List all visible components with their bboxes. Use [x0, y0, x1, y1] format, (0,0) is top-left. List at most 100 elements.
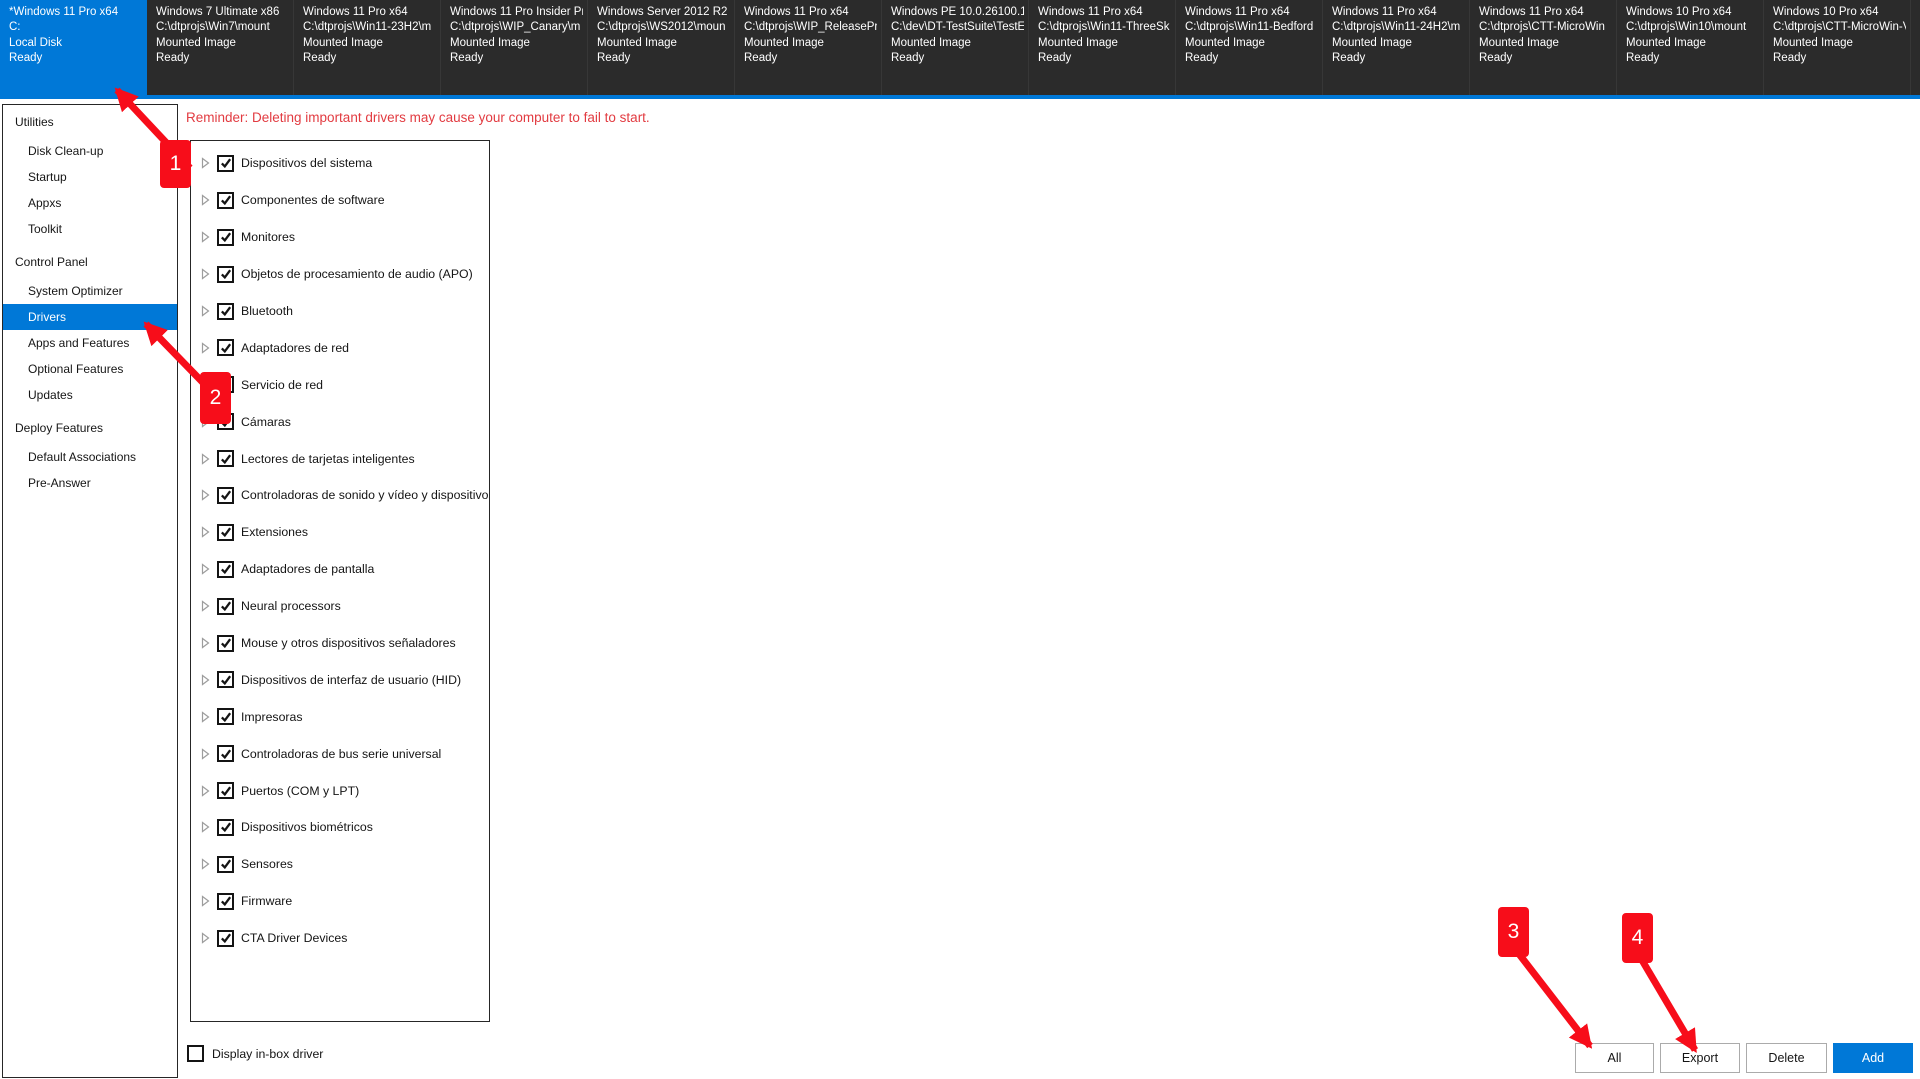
category-checkbox[interactable] [217, 303, 234, 320]
image-tab[interactable]: Windows Server 2012 R2 D C:\dtprojs\WS20… [588, 0, 735, 95]
category-checkbox[interactable] [217, 782, 234, 799]
sidebar-entry[interactable]: Optional Features [3, 356, 177, 382]
chevron-right-icon[interactable] [201, 563, 210, 575]
category-checkbox[interactable] [217, 708, 234, 725]
sidebar-entry[interactable]: Drivers [3, 304, 177, 330]
driver-category-label: Controladoras de sonido y vídeo y dispos… [241, 488, 490, 502]
checkmark-icon [220, 526, 232, 538]
chevron-right-icon[interactable] [201, 231, 210, 243]
tab-path: C:\dtprojs\Win11-ThreeSk [1038, 20, 1171, 35]
image-tab[interactable]: Windows 11 Pro x64 C:\dtprojs\Win11-23H2… [294, 0, 441, 95]
chevron-right-icon[interactable] [201, 268, 210, 280]
driver-category-label: Sensores [241, 857, 293, 871]
chevron-right-icon[interactable] [201, 305, 210, 317]
chevron-right-icon[interactable] [201, 416, 210, 428]
category-checkbox[interactable] [217, 192, 234, 209]
category-checkbox[interactable] [217, 635, 234, 652]
sidebar-entry[interactable]: Default Associations [3, 444, 177, 470]
sidebar-entry[interactable]: System Optimizer [3, 278, 177, 304]
sidebar-entry[interactable]: Updates [3, 382, 177, 408]
category-checkbox[interactable] [217, 930, 234, 947]
tab-mount-state: Mounted Image [1773, 36, 1906, 51]
category-checkbox[interactable] [217, 155, 234, 172]
driver-category-row: Adaptadores de red [191, 329, 489, 366]
chevron-right-icon[interactable] [201, 711, 210, 723]
driver-category-row: Firmware [191, 883, 489, 920]
sidebar-entry[interactable]: Appxs [3, 190, 177, 216]
sidebar-entry-label: Disk Clean-up [28, 144, 103, 158]
chevron-right-icon[interactable] [201, 526, 210, 538]
export-button[interactable]: Export [1660, 1043, 1740, 1073]
image-tab[interactable]: Windows 10 Pro x64 C:\dtprojs\CTT-MicroW… [1764, 0, 1911, 95]
driver-category-row: Dispositivos biométricos [191, 809, 489, 846]
category-checkbox[interactable] [217, 561, 234, 578]
sidebar-entry[interactable]: Startup [3, 164, 177, 190]
chevron-right-icon[interactable] [201, 637, 210, 649]
tab-title: Windows 10 Pro x64 [1626, 5, 1759, 20]
image-tab[interactable]: Windows 11 Pro Insider Pr C:\dtprojs\WIP… [441, 0, 588, 95]
chevron-right-icon[interactable] [201, 785, 210, 797]
category-checkbox[interactable] [217, 339, 234, 356]
checkmark-icon [220, 821, 232, 833]
tab-path: C:\dev\DT-TestSuite\TestE [891, 20, 1024, 35]
display-inbox-driver[interactable]: Display in-box driver [187, 1045, 323, 1062]
category-checkbox[interactable] [217, 450, 234, 467]
chevron-right-icon[interactable] [201, 342, 210, 354]
category-checkbox[interactable] [217, 745, 234, 762]
chevron-right-icon[interactable] [201, 748, 210, 760]
image-tab[interactable]: Windows 7 Ultimate x86 C:\dtprojs\Win7\m… [147, 0, 294, 95]
chevron-right-icon[interactable] [201, 600, 210, 612]
category-checkbox[interactable] [217, 819, 234, 836]
chevron-right-icon[interactable] [201, 379, 210, 391]
category-checkbox[interactable] [217, 376, 234, 393]
chevron-right-icon[interactable] [201, 858, 210, 870]
driver-category-row: Impresoras [191, 698, 489, 735]
chevron-right-icon[interactable] [201, 674, 210, 686]
image-tab[interactable]: Windows 11 Pro x64 C:\dtprojs\Win11-Thre… [1029, 0, 1176, 95]
add-button[interactable]: Add [1833, 1043, 1913, 1073]
sidebar-entry: Control Panel [3, 249, 177, 275]
sidebar-entry[interactable]: Pre-Answer [3, 470, 177, 496]
image-tab[interactable]: Windows 11 Pro x64 C:\dtprojs\Win11-24H2… [1323, 0, 1470, 95]
chevron-right-icon[interactable] [201, 194, 210, 206]
checkmark-icon [220, 563, 232, 575]
category-checkbox[interactable] [217, 856, 234, 873]
inbox-driver-checkbox[interactable] [187, 1045, 204, 1062]
category-checkbox[interactable] [217, 229, 234, 246]
chevron-right-icon[interactable] [201, 157, 210, 169]
tab-title: Windows 7 Ultimate x86 [156, 5, 289, 20]
image-tab[interactable]: *Windows 11 Pro x64 C: Local Disk Ready [0, 0, 147, 95]
tab-title: Windows 11 Pro x64 [1479, 5, 1612, 20]
category-checkbox[interactable] [217, 413, 234, 430]
image-tab[interactable]: Windows 11 Pro x64 C:\dtprojs\Win11-Bedf… [1176, 0, 1323, 95]
chevron-right-icon[interactable] [201, 895, 210, 907]
delete-button[interactable]: Delete [1746, 1043, 1827, 1073]
category-checkbox[interactable] [217, 893, 234, 910]
category-checkbox[interactable] [217, 598, 234, 615]
inbox-driver-label: Display in-box driver [212, 1047, 323, 1061]
driver-category-label: Monitores [241, 230, 295, 244]
image-tab[interactable]: Windows 11 Pro x64 C:\dtprojs\WIP_Releas… [735, 0, 882, 95]
driver-category-label: Mouse y otros dispositivos señaladores [241, 636, 456, 650]
driver-category-row: Lectores de tarjetas inteligentes [191, 440, 489, 477]
chevron-right-icon[interactable] [201, 453, 210, 465]
category-checkbox[interactable] [217, 266, 234, 283]
image-tab[interactable]: Windows 10 Pro x64 C:\dtprojs\Win10\moun… [1617, 0, 1764, 95]
category-checkbox[interactable] [217, 524, 234, 541]
tab-status: Ready [9, 51, 142, 66]
sidebar-entry[interactable]: Apps and Features [3, 330, 177, 356]
chevron-right-icon[interactable] [201, 932, 210, 944]
image-tab[interactable]: Windows PE 10.0.26100.1 x C:\dev\DT-Test… [882, 0, 1029, 95]
category-checkbox[interactable] [217, 671, 234, 688]
tab-path: C:\dtprojs\WS2012\moun [597, 20, 730, 35]
sidebar-entry[interactable]: Disk Clean-up [3, 138, 177, 164]
image-tab[interactable]: Windows 11 Pro x64 C:\dtprojs\CTT-MicroW… [1470, 0, 1617, 95]
driver-category-label: Adaptadores de red [241, 341, 349, 355]
all-button[interactable]: All [1575, 1043, 1654, 1073]
checkmark-icon [220, 194, 232, 206]
checkmark-icon [220, 932, 232, 944]
chevron-right-icon[interactable] [201, 821, 210, 833]
category-checkbox[interactable] [217, 487, 234, 504]
sidebar-entry[interactable]: Toolkit [3, 216, 177, 242]
chevron-right-icon[interactable] [201, 489, 210, 501]
